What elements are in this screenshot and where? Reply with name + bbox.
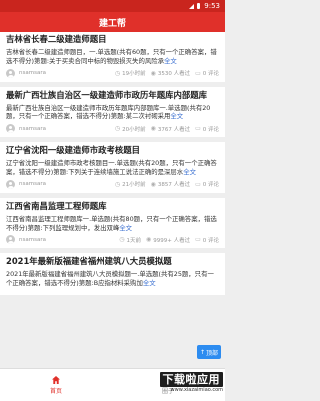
home-icon	[52, 376, 60, 384]
author-name: nsamsara	[19, 125, 46, 132]
article-card[interactable]: 最新广西壮族自治区一级建造师市政历年题库内部题库 最新广西壮族自治区一级建造师市…	[0, 86, 225, 138]
comment-icon: ▭	[195, 180, 201, 188]
battery-icon	[197, 3, 201, 9]
comment-icon: ▭	[195, 125, 201, 133]
clock-icon: ◷	[119, 236, 125, 244]
eye-icon: ◉	[150, 69, 156, 77]
comment-count: 0 评论	[202, 71, 219, 78]
arrow-up-icon: ↑	[199, 348, 205, 356]
author-name: nsamsara	[19, 181, 46, 188]
article-title[interactable]: 江西省南昌监理工程师题库	[6, 201, 219, 212]
article-excerpt-text: 2021年最新版福建省福州建筑八大员模拟题一.单选题(共有25题，只有一个正确答…	[6, 270, 214, 288]
article-excerpt-text: 吉林省长春二级建造师题目，一.单选题(共有60题，只有一个正确答案，错选不得分)…	[6, 48, 217, 65]
comment-count: 0 评论	[202, 126, 219, 133]
article-meta: nsamsara ◷ 21小时前 ◉ 3857 人看过 ▭ 0 评论	[6, 179, 219, 189]
back-to-top-label: 顶部	[206, 349, 219, 357]
read-more-link[interactable]: 全文	[119, 224, 132, 232]
comment-icon: ▭	[195, 69, 201, 77]
article-excerpt-text: 江西省南昌监理工程师题库一.单选题(共有80题，只有一个正确答案，错选不得分)第…	[6, 214, 217, 232]
author-avatar	[6, 179, 15, 189]
read-more-link[interactable]: 全文	[164, 57, 177, 65]
view-count: 3767 人看过	[157, 126, 191, 133]
article-excerpt: 2021年最新版福建省福州建筑八大员模拟题一.单选题(共有25题，只有一个正确答…	[6, 270, 219, 288]
back-to-top-button[interactable]: ↑ 顶部	[197, 345, 221, 359]
eye-icon: ◉	[150, 125, 156, 133]
article-meta: nsamsara ◷ 19小时前 ◉ 3530 人看过 ▭ 0 评论	[6, 68, 219, 78]
article-meta: nsamsara ◷ 20小时前 ◉ 3767 人看过 ▭ 0 评论	[6, 124, 219, 134]
app-header: 建工帮	[0, 12, 225, 32]
clock-icon: ◷	[114, 69, 121, 77]
article-title[interactable]: 2021年最新版福建省福州建筑八大员模拟题	[6, 256, 219, 267]
tab-home[interactable]: 首页	[0, 369, 112, 401]
article-meta: nsamsara ◷ 1天前 ◉ 9999+ 人看过 ▭ 0 评论	[6, 235, 219, 245]
author-avatar	[6, 235, 15, 245]
author-name: nsamsara	[19, 236, 46, 243]
article-title[interactable]: 最新广西壮族自治区一级建造师市政历年题库内部题库	[6, 90, 219, 101]
grid-icon	[163, 375, 173, 385]
article-excerpt: 吉林省长春二级建造师题目，一.单选题(共有60题，只有一个正确答案，错选不得分)…	[6, 48, 219, 66]
article-card[interactable]: 2021年最新版福建省福州建筑八大员模拟题 2021年最新版福建省福州建筑八大员…	[0, 253, 225, 295]
article-title[interactable]: 辽宁省沈阳一级建造师市政考核题目	[6, 145, 219, 156]
article-title[interactable]: 吉林省长春二级建造师题目	[6, 34, 219, 45]
author-avatar	[6, 68, 15, 78]
view-count: 9999+ 人看过	[153, 237, 191, 244]
article-card[interactable]: 辽宁省沈阳一级建造师市政考核题目 辽宁省沈阳一级建造师市政考核题目一.单选题(共…	[0, 142, 225, 193]
status-icons	[189, 3, 201, 9]
article-excerpt: 江西省南昌监理工程师题库一.单选题(共有80题，只有一个正确答案，错选不得分)第…	[6, 215, 219, 233]
clock-icon: ◷	[114, 125, 121, 133]
post-time: 19小时前	[122, 71, 146, 78]
eye-icon: ◉	[150, 180, 156, 188]
read-more-link[interactable]: 全文	[183, 168, 196, 176]
post-time: 1天前	[126, 237, 141, 244]
status-time: 9:53	[204, 2, 220, 10]
tab-home-label: 首页	[49, 388, 62, 395]
comment-icon: ▭	[195, 236, 201, 244]
comment-count: 0 评论	[202, 237, 219, 244]
article-card[interactable]: 吉林省长春二级建造师题目 吉林省长春二级建造师题目，一.单选题(共有60题，只有…	[0, 32, 225, 82]
tab-circle-label: 圈子	[161, 388, 174, 395]
clock-icon: ◷	[114, 180, 121, 188]
read-more-link[interactable]: 全文	[170, 112, 183, 120]
post-time: 20小时前	[122, 126, 146, 133]
view-count: 3857 人看过	[157, 182, 191, 189]
author-avatar	[6, 124, 15, 134]
article-excerpt: 最新广西壮族自治区一级建造师市政历年题库内部题库一.单选题(共有20题，只有一个…	[6, 104, 219, 122]
tab-circle[interactable]: 圈子	[112, 369, 224, 401]
app-title: 建工帮	[98, 18, 126, 29]
eye-icon: ◉	[145, 236, 152, 244]
view-count: 3530 人看过	[157, 71, 191, 78]
signal-icon	[189, 3, 195, 9]
article-excerpt: 辽宁省沈阳一级建造师市政考核题目一.单选题(共有20题，只有一个正确答案，错选不…	[6, 159, 219, 177]
article-feed[interactable]: 吉林省长春二级建造师题目 吉林省长春二级建造师题目，一.单选题(共有60题，只有…	[0, 32, 225, 368]
status-bar: 9:53	[0, 0, 225, 12]
comment-count: 0 评论	[202, 182, 219, 189]
read-more-link[interactable]: 全文	[143, 279, 156, 287]
post-time: 21小时前	[122, 182, 146, 189]
bottom-tab-bar: 首页 圈子	[0, 368, 225, 401]
author-name: nsamsara	[19, 70, 46, 77]
article-card[interactable]: 江西省南昌监理工程师题库 江西省南昌监理工程师题库一.单选题(共有80题，只有一…	[0, 197, 225, 249]
